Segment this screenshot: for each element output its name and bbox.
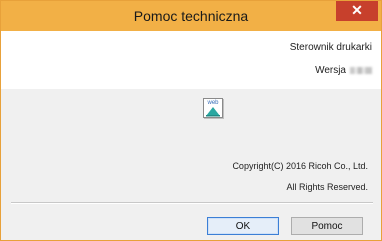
version-label: Wersja: [315, 65, 346, 76]
product-name: Sterownik drukarki: [289, 42, 372, 53]
copyright-text: Copyright(C) 2016 Ricoh Co., Ltd.: [232, 161, 368, 171]
web-icon-graphic: [206, 107, 220, 117]
ok-button[interactable]: OK: [207, 217, 279, 235]
version-row: Wersja: [315, 65, 372, 76]
help-button[interactable]: Pomoc: [291, 217, 363, 235]
version-value-blurred: [350, 66, 372, 74]
title-bar[interactable]: Pomoc techniczna ✕: [1, 1, 381, 31]
dialog-header: Sterownik drukarki Wersja: [1, 31, 381, 89]
dialog-window: Pomoc techniczna ✕ Sterownik drukarki We…: [0, 0, 382, 241]
close-button[interactable]: ✕: [336, 1, 378, 21]
window-title: Pomoc techniczna: [133, 8, 249, 24]
web-icon[interactable]: web: [203, 98, 223, 118]
rights-text: All Rights Reserved.: [286, 182, 368, 192]
divider: [11, 202, 373, 204]
